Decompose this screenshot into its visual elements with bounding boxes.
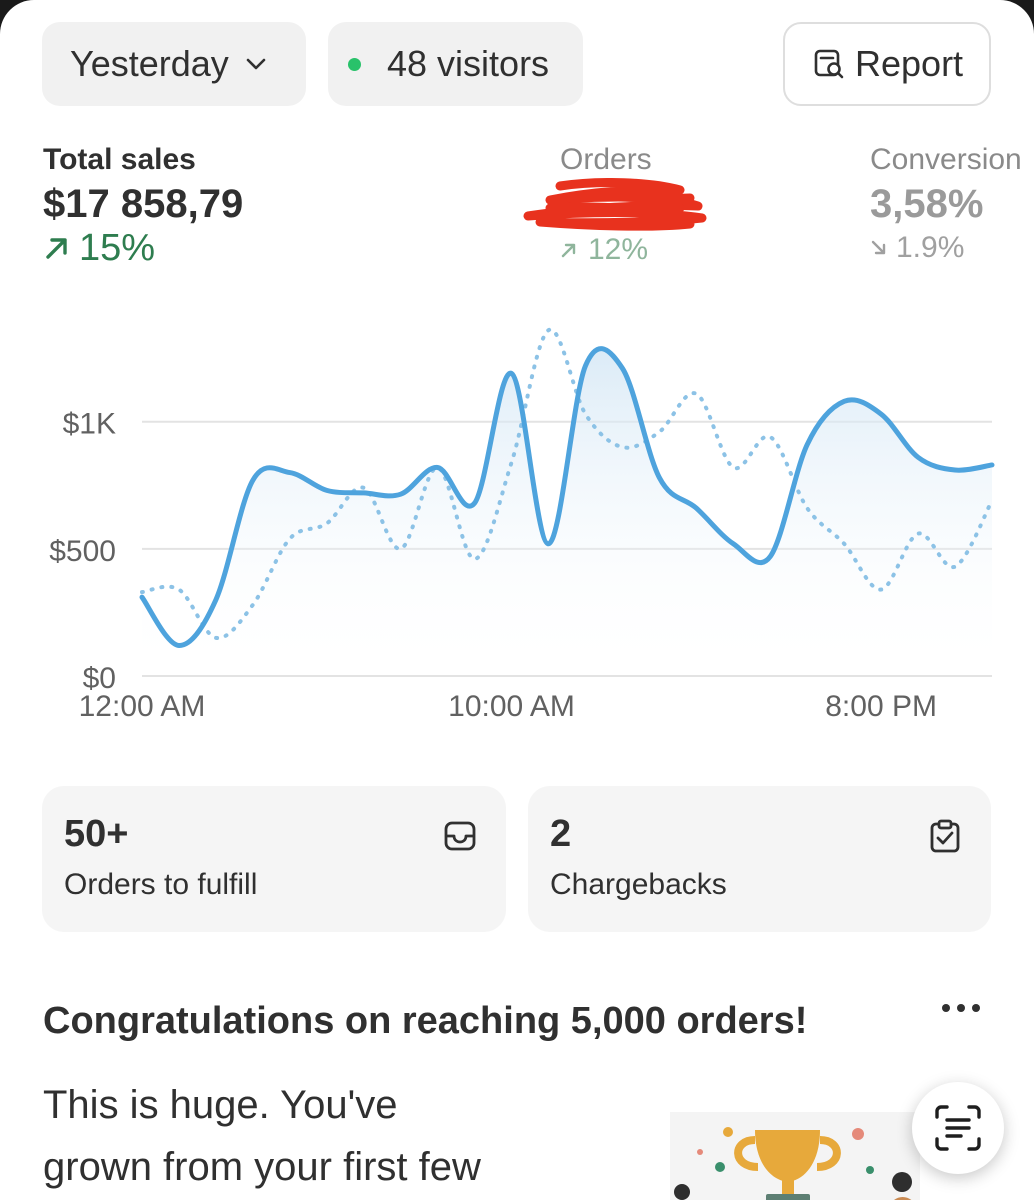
card-value: 50+ bbox=[64, 813, 129, 855]
date-range-selector[interactable]: Yesterday bbox=[42, 22, 306, 106]
analytics-screen: Yesterday 48 visitors Report Total sales… bbox=[0, 0, 1034, 1200]
sales-over-time-chart[interactable]: $0$500$1K12:00 AM 10:00 AM 8:00 PM bbox=[0, 300, 1034, 740]
metric-label: Orders bbox=[560, 143, 652, 176]
report-label: Report bbox=[855, 43, 964, 84]
metric-delta-value: 15% bbox=[79, 227, 156, 269]
x-tick-label: 8:00 PM bbox=[825, 690, 937, 723]
announcement-body-line: grown from your first few bbox=[43, 1145, 481, 1189]
arrow-up-right-icon bbox=[43, 234, 71, 262]
report-search-icon bbox=[811, 46, 847, 82]
y-tick-label: $1K bbox=[63, 408, 116, 441]
scan-text-icon bbox=[933, 1103, 983, 1153]
clipboard-check-icon bbox=[927, 818, 963, 854]
visitors-label: 48 visitors bbox=[387, 43, 550, 84]
live-status-dot bbox=[348, 57, 361, 71]
x-tick-label: 12:00 AM bbox=[79, 690, 206, 723]
metric-label: Total sales bbox=[43, 143, 196, 176]
card-label: Orders to fulfill bbox=[64, 868, 258, 901]
live-visitors-chip[interactable]: 48 visitors bbox=[328, 22, 583, 106]
metric-label: Conversion bbox=[870, 143, 1022, 176]
card-value: 2 bbox=[550, 813, 572, 855]
arrow-up-right-icon bbox=[560, 241, 578, 259]
orders-to-fulfill-card[interactable]: 50+ Orders to fulfill bbox=[42, 786, 506, 932]
y-tick-label: $500 bbox=[49, 535, 116, 568]
series-area bbox=[142, 348, 992, 676]
redaction-scribble bbox=[523, 178, 707, 231]
scan-text-button[interactable] bbox=[912, 1082, 1004, 1174]
arrow-down-right-icon bbox=[870, 239, 888, 257]
chevron-down-icon bbox=[245, 57, 267, 71]
metric-delta: 15% bbox=[43, 228, 243, 268]
date-range-label: Yesterday bbox=[70, 43, 229, 84]
metric-value: 3,58% bbox=[870, 182, 984, 226]
announcement-body: This is huge. You've grown from your fir… bbox=[43, 1074, 643, 1198]
report-button[interactable]: Report bbox=[783, 22, 991, 106]
metric-value: $17 858,79 bbox=[43, 182, 244, 226]
metric-delta-value: 1.9% bbox=[896, 231, 965, 264]
more-options-icon[interactable] bbox=[942, 1004, 980, 1012]
metric-delta: 1.9% bbox=[870, 228, 1022, 268]
announcement-title: Congratulations on reaching 5,000 orders… bbox=[43, 1000, 808, 1042]
card-label: Chargebacks bbox=[550, 868, 727, 901]
metric-conversion[interactable]: Conversion 3,58% 1.9% bbox=[870, 142, 1022, 268]
x-tick-label: 10:00 AM bbox=[448, 690, 575, 723]
inbox-icon bbox=[442, 818, 478, 854]
trophy-illustration bbox=[670, 1112, 920, 1200]
metric-total-sales[interactable]: Total sales $17 858,79 15% bbox=[43, 142, 243, 268]
chargebacks-card[interactable]: 2 Chargebacks bbox=[528, 786, 991, 932]
announcement-body-line: This is huge. You've bbox=[43, 1083, 398, 1127]
